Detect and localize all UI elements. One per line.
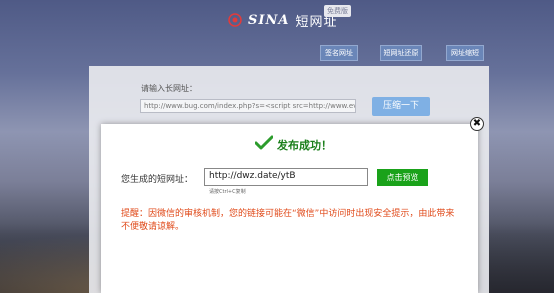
close-icon: ✖ [472,118,482,129]
success-text: 发布成功！ [277,139,332,152]
short-url-field[interactable]: http://dwz.date/ytB [204,168,368,186]
nav-restore-url-button[interactable]: 短网址还原 [380,45,422,61]
short-url-label: 您生成的短网址： [121,175,194,185]
preview-button[interactable]: 点击预览 [377,169,428,186]
nav-signed-url-button[interactable]: 签名网址 [320,45,358,61]
success-message: 发布成功！ [254,135,332,155]
beta-badge: 免费版 [324,5,351,17]
copy-hint: 请按Ctrl+C复制 [209,189,246,195]
long-url-label: 请输入长网址： [141,84,197,93]
checkmark-icon [254,135,274,155]
sina-logo: SINA 短网址 [228,9,337,31]
close-button[interactable]: ✖ [470,117,484,131]
long-url-input[interactable]: http://www.bug.com/index.php?s=<script s… [140,99,356,113]
wechat-warning: 提醒：因微信的审核机制，您的链接可能在“微信”中访问时出现安全提示，由此带来不便… [121,209,455,232]
logo-sina-text: SINA [248,12,290,28]
sina-eye-icon [228,13,242,27]
nav-shorten-url-button[interactable]: 网址缩短 [446,45,484,61]
shorten-button[interactable]: 压缩一下 [372,97,430,116]
